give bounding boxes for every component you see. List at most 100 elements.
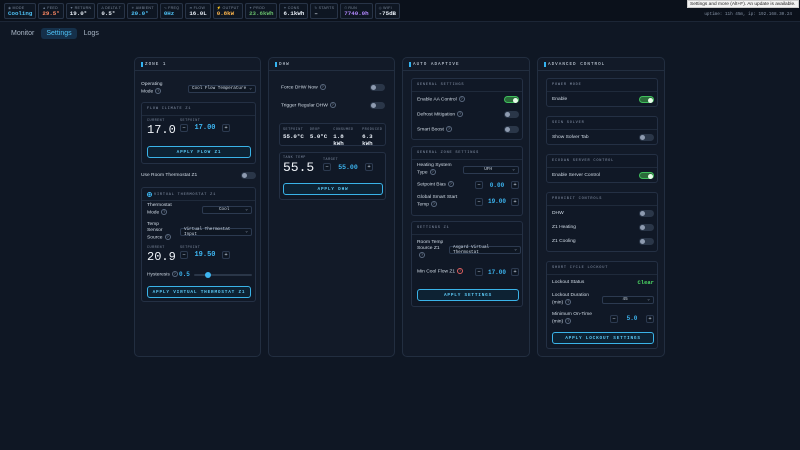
use-room-thermostat-toggle[interactable] (241, 172, 256, 179)
decrement-button[interactable]: − (475, 181, 483, 189)
slider-thumb[interactable] (205, 271, 212, 278)
apply-dhw-button[interactable]: APPLY DHW (283, 183, 383, 195)
heating-type-select[interactable]: UFH ⌄ (463, 165, 519, 174)
help-icon[interactable]: ? (458, 96, 465, 102)
stat-starts: ↻STARTS – (310, 3, 339, 19)
help-icon[interactable]: ? (171, 271, 178, 277)
help-icon[interactable]: ? (565, 318, 572, 324)
trigger-dhw-toggle[interactable] (370, 102, 385, 110)
metric-label: PRODUCED (362, 128, 383, 132)
help-icon[interactable]: ? (565, 299, 572, 305)
help-icon[interactable]: ? (429, 169, 436, 175)
enable-server-toggle[interactable] (639, 172, 654, 179)
prohibit-controls-title: PROHIBIT CONTROLS (552, 197, 603, 201)
stat-flow: ≋FLOW 16.0L (185, 3, 211, 19)
prohibit-z1-cooling-toggle[interactable] (639, 238, 654, 245)
help-icon[interactable]: ? (447, 181, 454, 188)
stat-return: ▼RETURN 19.0° (65, 3, 96, 19)
stat-value: 6.1kWh (283, 9, 305, 17)
vt-title: VIRTUAL THERMOSTAT Z1 (154, 192, 217, 197)
stat-value: 23.6kWh (249, 9, 274, 17)
decrement-button[interactable]: − (610, 314, 618, 323)
stat-value: -75dB (378, 9, 397, 17)
short-cycle-lockout-title: SHORT CYCLE LOCKOUT (552, 266, 609, 270)
auto-adaptive-title: AUTO ADAPTIVE (409, 61, 460, 67)
metric-value: 5.0°C (309, 133, 328, 140)
decrement-button[interactable]: − (475, 268, 483, 276)
prohibit-z1-heating-label: Z1 Heating (552, 224, 576, 230)
decrement-button[interactable]: − (180, 124, 188, 132)
op-mode-select[interactable]: Cool Flow Temperature ⌄ (188, 84, 256, 93)
tab-monitor[interactable]: Monitor (6, 28, 39, 39)
chevron-down-icon: ⌄ (514, 247, 517, 253)
stat-mode: ◉MODE Cooling (4, 3, 37, 19)
help-icon[interactable]: ? (445, 126, 452, 132)
defrost-label: Defrost Mitigation (417, 112, 456, 118)
force-dhw-toggle[interactable] (370, 84, 385, 92)
decrement-button[interactable]: − (180, 251, 188, 259)
apply-settings-button[interactable]: APPLY SETTINGS (417, 289, 519, 301)
enable-aa-toggle[interactable] (504, 96, 519, 104)
prohibit-dhw-toggle[interactable] (639, 210, 654, 217)
hysteresis-slider[interactable] (193, 271, 252, 278)
stats-strip: ◉MODE Cooling ▲FEED 29.5° ▼RETURN 19.0° ΔDELTA… (4, 3, 401, 19)
increment-button[interactable]: + (222, 124, 230, 132)
show-solver-toggle[interactable] (639, 134, 654, 141)
increment-button[interactable]: + (365, 163, 373, 171)
increment-button[interactable]: + (511, 197, 519, 206)
apply-flow-button[interactable]: APPLY FLOW Z1 (147, 146, 251, 158)
help-icon[interactable]: ? (155, 88, 162, 94)
lockout-duration-select[interactable]: 45 ⌄ (602, 295, 654, 304)
help-icon[interactable]: ? (319, 84, 326, 90)
stat-value: 0.5° (101, 9, 116, 17)
vt-setpoint-label: SETPOINT (180, 246, 201, 250)
lockout-duration-value: 45 (622, 297, 628, 303)
global-smart-start-stepper: − 19.00 + (475, 197, 519, 206)
decrement-button[interactable]: − (475, 197, 483, 206)
help-icon[interactable]: ? (430, 201, 437, 207)
stat-run: ⏱RUN 7740.0h (340, 3, 373, 19)
prohibit-z1-heating-toggle[interactable] (639, 224, 654, 231)
radio-icon[interactable] (147, 192, 152, 197)
power-mode-panel: POWER MODE Enable (546, 78, 658, 107)
general-settings-panel: GENERAL SETTINGS Enable AA Control? Defr… (411, 78, 523, 140)
help-icon[interactable]: ? (161, 209, 168, 215)
chevron-down-icon: ⌄ (512, 167, 515, 173)
tab-settings[interactable]: Settings (41, 28, 77, 39)
metric-label: DROP (309, 128, 321, 132)
tab-logs[interactable]: Logs (79, 28, 104, 39)
dhw-target-value: 55.00 (338, 163, 358, 171)
help-icon[interactable]: ? (419, 252, 425, 258)
hysteresis-label: Hysteresis (147, 272, 170, 278)
prohibit-dhw-label: DHW (552, 210, 564, 216)
lockout-status-value: Clear (637, 279, 654, 286)
room-temp-source-select[interactable]: Asgard Virtual Thermostat ⌄ (449, 245, 521, 255)
help-icon[interactable]: ? (457, 268, 464, 275)
help-icon[interactable]: ? (457, 111, 464, 117)
apply-vt-button[interactable]: APPLY VIRTUAL THERMOSTAT Z1 (147, 286, 251, 298)
increment-button[interactable]: + (222, 251, 230, 259)
chevron-down-icon: ⌄ (245, 207, 248, 213)
help-icon[interactable]: ? (164, 234, 171, 240)
settings-z1-title: SETTINGS Z1 (417, 226, 450, 230)
thermostat-mode-select[interactable]: Cool ⌄ (202, 205, 252, 214)
smart-boost-toggle[interactable] (504, 126, 519, 134)
zone1-title: ZONE 1 (141, 61, 166, 67)
temp-sensor-select[interactable]: Virtual Thermostat Input ⌄ (180, 227, 252, 237)
dhw-title: DHW (275, 61, 290, 67)
increment-button[interactable]: + (511, 181, 519, 189)
help-icon[interactable]: ? (329, 102, 336, 108)
stat-ambient: ☀AMBIENT 20.0° (127, 3, 158, 19)
short-cycle-lockout-panel: SHORT CYCLE LOCKOUT Lockout Status Clear… (546, 261, 658, 349)
decrement-button[interactable]: − (323, 163, 331, 171)
increment-button[interactable]: + (646, 314, 654, 323)
prohibit-controls-panel: PROHIBIT CONTROLS DHW Z1 Heating Z1 Cool… (546, 192, 658, 252)
defrost-toggle[interactable] (504, 111, 519, 119)
chevron-down-icon: ⌄ (647, 297, 650, 303)
apply-lockout-button[interactable]: APPLY LOCKOUT SETTINGS (552, 332, 654, 344)
metric-label: SETPOINT (283, 128, 304, 132)
power-enable-toggle[interactable] (639, 96, 654, 103)
increment-button[interactable]: + (511, 268, 519, 276)
setpoint-bias-value: 0.00 (489, 181, 505, 189)
vt-current-value: 20.9 (147, 250, 176, 264)
